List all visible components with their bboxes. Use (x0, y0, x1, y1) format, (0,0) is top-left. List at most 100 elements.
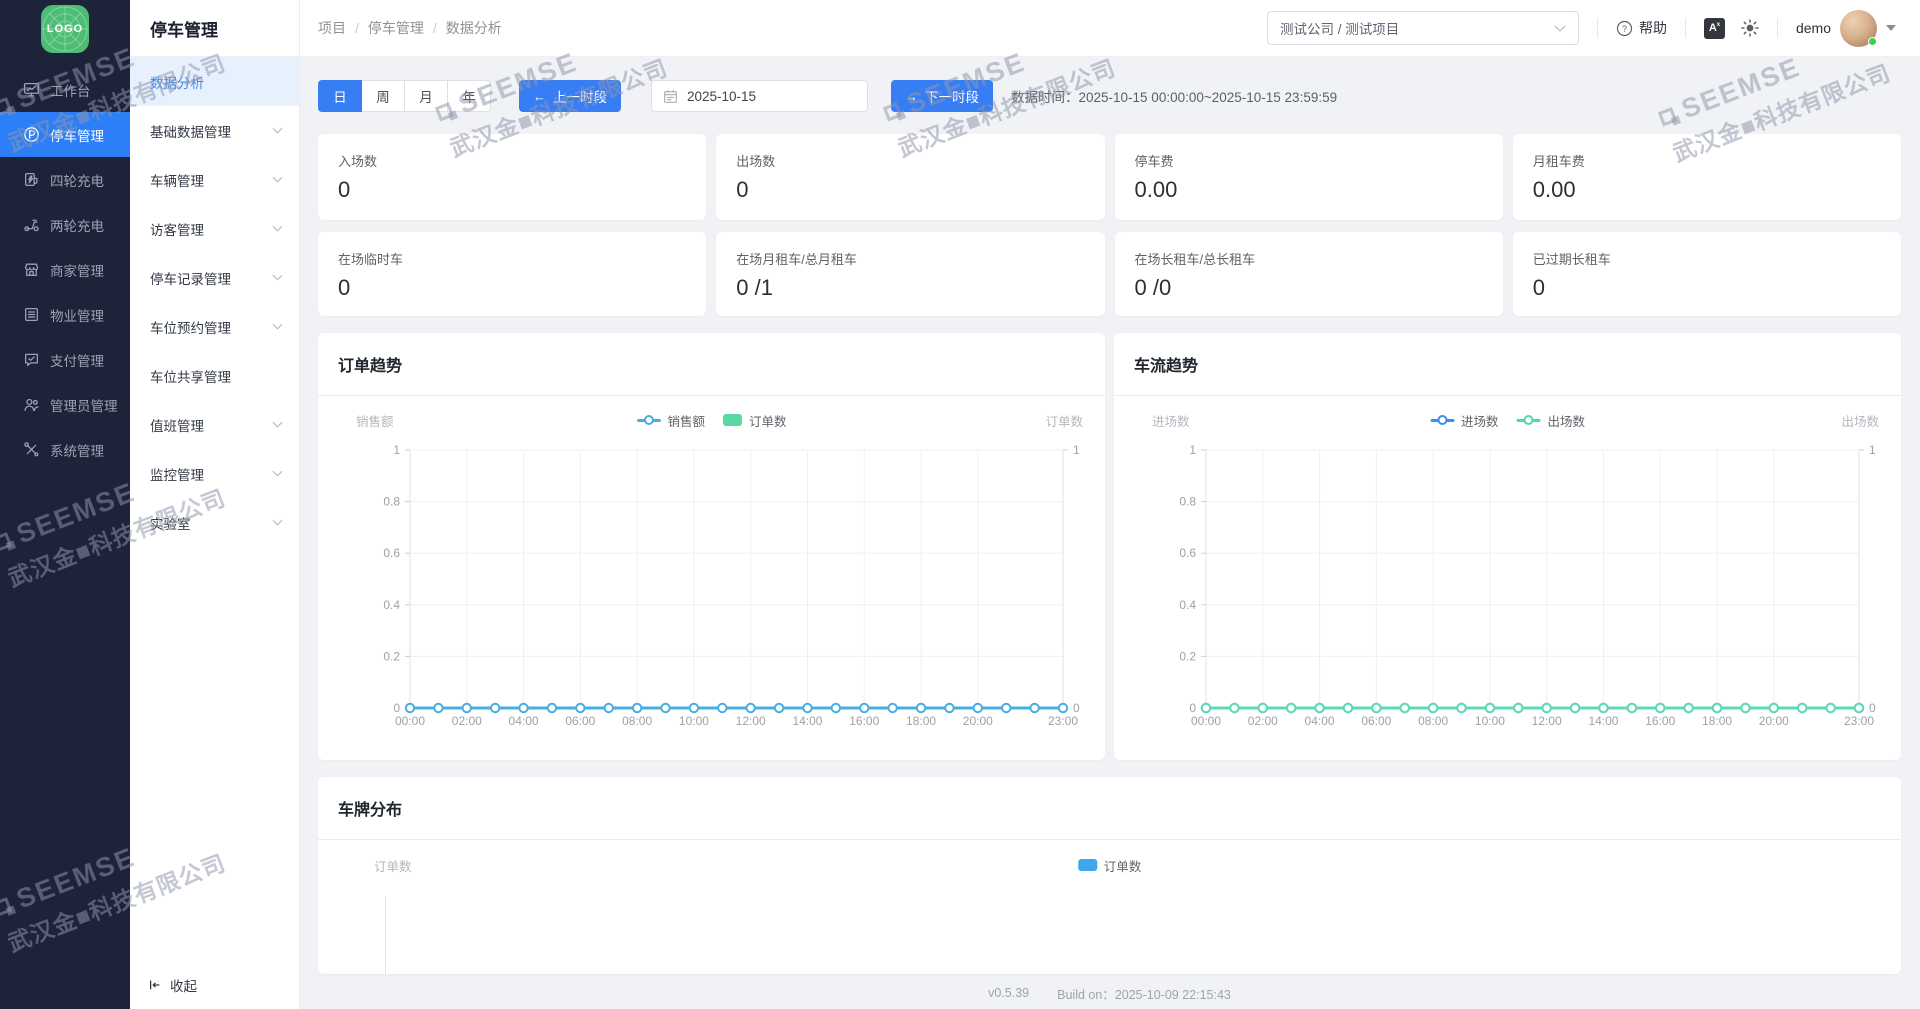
brightness-toggle[interactable] (1741, 19, 1759, 37)
chart-legend: 订单数 (1077, 854, 1142, 876)
secondary-nav-item[interactable]: 数据分析 (130, 57, 299, 106)
next-period-label: 下一时段 (925, 90, 979, 105)
stat-value: 0 (338, 177, 351, 202)
primary-sidebar: LOGO 工作台停车管理四轮充电两轮充电商家管理物业管理支付管理管理员管理 系统管… (0, 0, 130, 1009)
primary-nav-item[interactable]: 停车管理 (0, 112, 130, 157)
stat-card: 出场数 0 (716, 134, 1105, 220)
text-size-icon[interactable]: Ax (1703, 17, 1725, 39)
secondary-nav-item[interactable]: 值班管理 (130, 400, 299, 449)
help-label: 帮助 (1638, 20, 1667, 36)
secondary-nav-item[interactable]: 车位共享管理 (130, 351, 299, 400)
primary-nav: 工作台停车管理四轮充电两轮充电商家管理物业管理支付管理管理员管理 系统管理 (0, 67, 130, 472)
stat-card: 在场月租车/总月租车 0 /1 (716, 232, 1105, 316)
breadcrumb: 项目 / 停车管理 / 数据分析 (318, 18, 502, 38)
scooter-charging-icon (24, 219, 39, 232)
legend-label: 进场数 (1460, 414, 1499, 429)
primary-nav-label: 商家管理 (50, 263, 104, 279)
primary-nav-item[interactable]: 系统管理 (0, 427, 130, 472)
module-title: 停车管理 (130, 0, 299, 57)
legend-item[interactable]: 出场数 (1516, 411, 1586, 430)
primary-nav-label: 四轮充电 (50, 173, 104, 189)
stat-label: 在场月租车/总月租车 (736, 252, 857, 267)
svg-text:02:00: 02:00 (1248, 714, 1278, 728)
primary-nav-item[interactable]: 工作台 (0, 67, 130, 112)
secondary-nav-label: 车位共享管理 (150, 369, 231, 385)
svg-text:12:00: 12:00 (1532, 714, 1562, 728)
primary-nav-item[interactable]: 四轮充电 (0, 157, 130, 202)
secondary-nav-item[interactable]: 访客管理 (130, 204, 299, 253)
secondary-nav-item[interactable]: 停车记录管理 (130, 253, 299, 302)
period-option-日[interactable]: 日 (318, 80, 362, 112)
legend-line-marker-icon (636, 418, 661, 422)
period-segmented-control: 日周月年 (318, 80, 491, 112)
breadcrumb-item-parking[interactable]: 停车管理 (368, 18, 424, 38)
secondary-nav-item[interactable]: 监控管理 (130, 449, 299, 498)
svg-text:0.6: 0.6 (1179, 546, 1196, 560)
admin-users-icon (24, 398, 39, 411)
app-logo[interactable]: LOGO (41, 5, 89, 53)
period-option-周[interactable]: 周 (361, 80, 405, 112)
left-axis-label: 订单数 (374, 859, 412, 874)
primary-nav-label: 停车管理 (50, 128, 104, 144)
svg-text:14:00: 14:00 (1588, 714, 1618, 728)
primary-nav-label: 支付管理 (50, 353, 104, 369)
legend-item[interactable]: 进场数 (1429, 411, 1499, 430)
calendar-icon (664, 89, 677, 103)
legend-line-marker-icon (1429, 418, 1454, 422)
legend-label: 出场数 (1547, 414, 1586, 429)
header-divider (1776, 18, 1778, 38)
secondary-nav-item[interactable]: 车位预约管理 (130, 302, 299, 351)
secondary-sidebar: 停车管理 数据分析 基础数据管理 车辆管理 访客管理停车记录管理车位预约管理车位共享管… (130, 0, 300, 1009)
stat-card: 月租车费 0.00 (1512, 134, 1901, 220)
primary-nav-item[interactable]: 支付管理 (0, 337, 130, 382)
breadcrumb-item-project[interactable]: 项目 (318, 18, 346, 38)
legend-item[interactable]: 销售额 (636, 411, 705, 430)
left-axis-label: 销售额 (356, 414, 394, 429)
stat-label: 已过期长租车 (1532, 252, 1611, 267)
collapse-sidebar-button[interactable]: 收起 (148, 975, 197, 995)
stat-value: 0.00 (1532, 177, 1576, 202)
stat-label: 停车费 (1134, 154, 1174, 169)
period-option-年[interactable]: 年 (447, 80, 491, 112)
stat-card: 入场数 0 (318, 134, 707, 220)
secondary-nav-item[interactable]: 车辆管理 (130, 155, 299, 204)
secondary-nav-label: 停车记录管理 (150, 271, 231, 287)
chart-title: 车牌分布 (318, 777, 1901, 840)
stat-value: 0 /0 (1134, 275, 1172, 300)
secondary-nav-item[interactable]: 基础数据管理 (130, 106, 299, 155)
trend-chart-svg: 10.80.60.40.201000:00 02:00 04:00 06:00 08:0… (383, 443, 1080, 728)
stat-label: 入场数 (338, 154, 378, 169)
secondary-nav-item[interactable]: 实验室 (130, 498, 299, 547)
stat-value: 0 (338, 275, 351, 300)
legend-label: 销售额 (667, 414, 705, 429)
svg-text:06:00: 06:00 (565, 714, 595, 728)
header-divider (1684, 18, 1686, 38)
plate-distribution-card: 车牌分布 订单数 订单数 (318, 777, 1901, 974)
secondary-nav: 数据分析 基础数据管理 车辆管理 访客管理停车记录管理车位预约管理车位共享管理值班管理… (130, 57, 299, 547)
next-period-button[interactable]: → 下一时段 (891, 80, 993, 112)
primary-nav-item[interactable]: 两轮充电 (0, 202, 130, 247)
legend-item[interactable]: 订单数 (1077, 856, 1142, 875)
chart-legend: 销售额 订单数 (636, 409, 787, 431)
primary-nav-item[interactable]: 管理员管理 (0, 382, 130, 427)
period-option-月[interactable]: 月 (404, 80, 448, 112)
svg-text:0.2: 0.2 (383, 649, 400, 663)
caret-down-icon (1886, 25, 1896, 31)
help-button[interactable]: ? 帮助 (1616, 18, 1667, 38)
legend-label: 订单数 (1103, 859, 1142, 874)
svg-text:08:00: 08:00 (622, 714, 652, 728)
svg-text:0.8: 0.8 (383, 495, 400, 509)
legend-item[interactable]: 订单数 (723, 411, 787, 430)
prev-period-button[interactable]: ← 上一时段 (519, 80, 621, 112)
chevron-down-icon (272, 176, 283, 183)
svg-text:00:00: 00:00 (1191, 714, 1221, 728)
svg-text:10:00: 10:00 (679, 714, 709, 728)
user-menu[interactable]: demo (1796, 9, 1896, 47)
build-info: Build on：2025-10-09 22:15:43 (1057, 987, 1231, 1002)
primary-nav-item[interactable]: 物业管理 (0, 292, 130, 337)
stat-label: 月租车费 (1532, 154, 1585, 169)
date-picker-input[interactable]: 2025-10-15 (651, 80, 868, 112)
chevron-down-icon (272, 421, 283, 428)
primary-nav-item[interactable]: 商家管理 (0, 247, 130, 292)
project-select[interactable]: 测试公司 / 测试项目 (1266, 11, 1579, 45)
